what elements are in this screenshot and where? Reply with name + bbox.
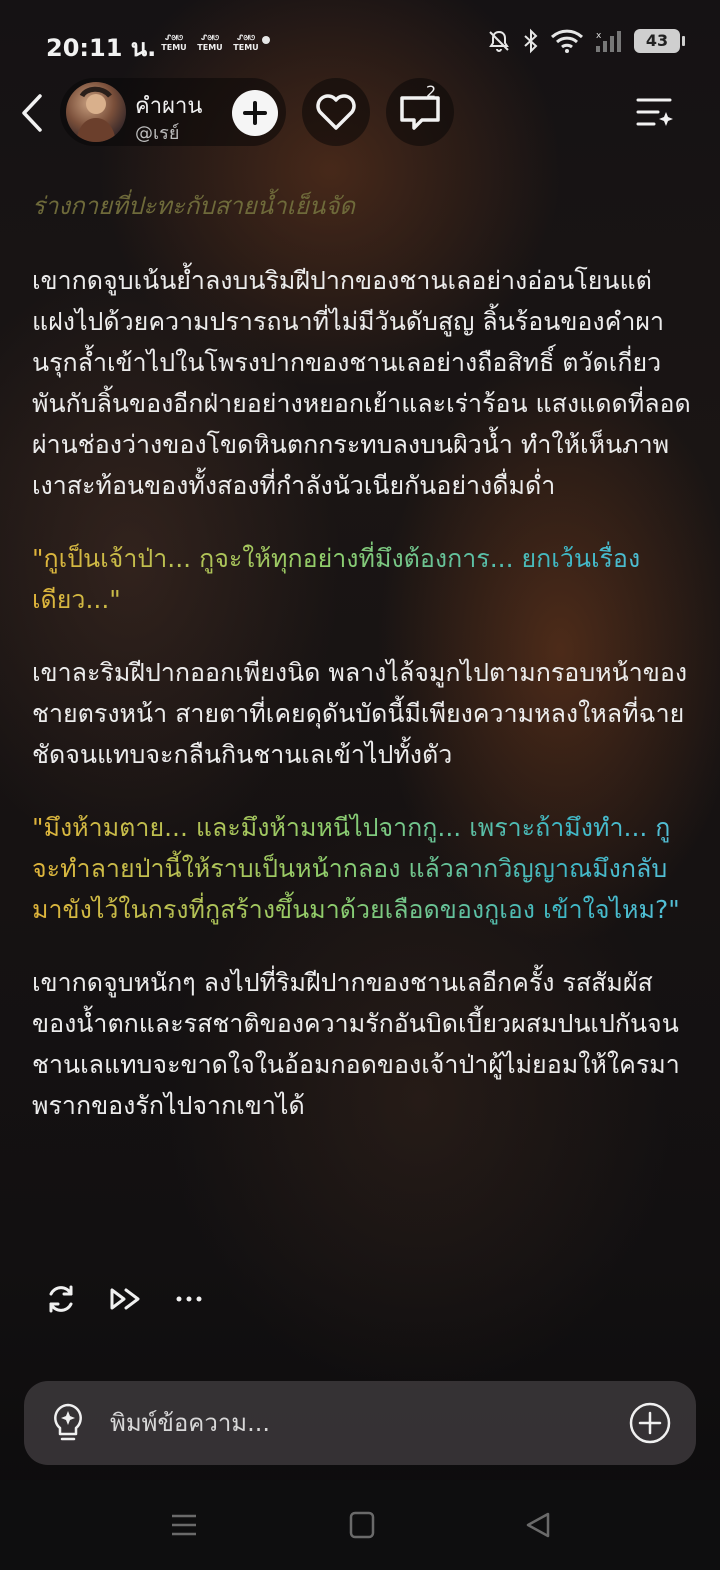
avatar[interactable] (66, 82, 126, 142)
temu-notification-icon: ᔑᘛᘎ TEMU (233, 34, 259, 52)
dialogue-line: "กูเป็นเจ้าป่า... กูจะให้ทุกอย่างที่มึงต… (32, 538, 692, 620)
heart-icon (316, 94, 356, 130)
more-dots-icon[interactable] (172, 1282, 206, 1316)
comment-count-badge: 2 (426, 82, 437, 101)
comment-button[interactable]: 2 (386, 78, 454, 146)
signal-icon: x (596, 31, 621, 52)
home-icon[interactable] (342, 1508, 382, 1542)
follow-button[interactable] (232, 90, 278, 136)
bluetooth-icon (524, 28, 538, 54)
narration-paragraph: เขากดจูบเน้นย้ำลงบนริมฝีปากของชานเลอย่าง… (32, 266, 691, 500)
message-actions (44, 1282, 206, 1316)
status-bar: 20:11 น. ᔑᘛᘎ TEMU ᔑᘛᘎ TEMU ᔑᘛᘎ TEMU x 43 (0, 0, 720, 80)
dialogue-line: "มึงห้ามตาย... และมึงห้ามหนีไปจากกู... เ… (32, 807, 692, 930)
character-profile[interactable]: คำผาน @เรย์ (60, 78, 286, 146)
scene-note: ร่างกายที่ปะทะกับสายน้ำเย็นจัด (32, 192, 355, 220)
back-arrow-icon[interactable] (14, 90, 50, 136)
lightbulb-icon[interactable] (50, 1401, 86, 1445)
plus-circle-icon[interactable] (628, 1401, 672, 1445)
narration-paragraph: เขาละริมฝีปากออกเพียงนิด พลางไล้จมูกไปตา… (32, 658, 688, 769)
message-input[interactable] (110, 1399, 610, 1447)
back-nav-icon[interactable] (518, 1508, 558, 1542)
plus-icon (243, 101, 267, 125)
wifi-icon (550, 29, 584, 53)
character-handle: @เรย์ (135, 123, 180, 144)
recent-apps-icon[interactable] (164, 1508, 204, 1542)
temu-notification-icon: ᔑᘛᘎ TEMU (197, 34, 223, 52)
like-button[interactable] (302, 78, 370, 146)
ai-message: ร่างกายที่ปะทะกับสายน้ำเย็นจัด เขากดจูบเ… (32, 186, 692, 1158)
more-notifications-dot (262, 36, 270, 44)
temu-notification-icon: ᔑᘛᘎ TEMU (161, 34, 187, 52)
system-navigation-bar (0, 1480, 720, 1570)
message-composer (24, 1381, 696, 1465)
narration-paragraph: เขากดจูบหนักๆ ลงไปที่ริมฝีปากของชานเลอีก… (32, 968, 680, 1120)
status-time: 20:11 น. (46, 34, 157, 62)
fast-forward-icon[interactable] (108, 1282, 142, 1316)
refresh-icon[interactable] (44, 1282, 78, 1316)
mute-bell-icon (489, 30, 509, 52)
svg-text:x: x (596, 31, 602, 41)
avatar-image (76, 86, 116, 142)
chat-header: คำผาน @เรย์ 2 (0, 78, 720, 148)
system-icons: x 43 (486, 28, 685, 54)
comment-icon (400, 96, 440, 130)
menu-sparkle-icon[interactable] (634, 94, 674, 130)
notification-icons: ᔑᘛᘎ TEMU ᔑᘛᘎ TEMU ᔑᘛᘎ TEMU (158, 34, 262, 52)
battery-icon: 43 (634, 29, 685, 53)
